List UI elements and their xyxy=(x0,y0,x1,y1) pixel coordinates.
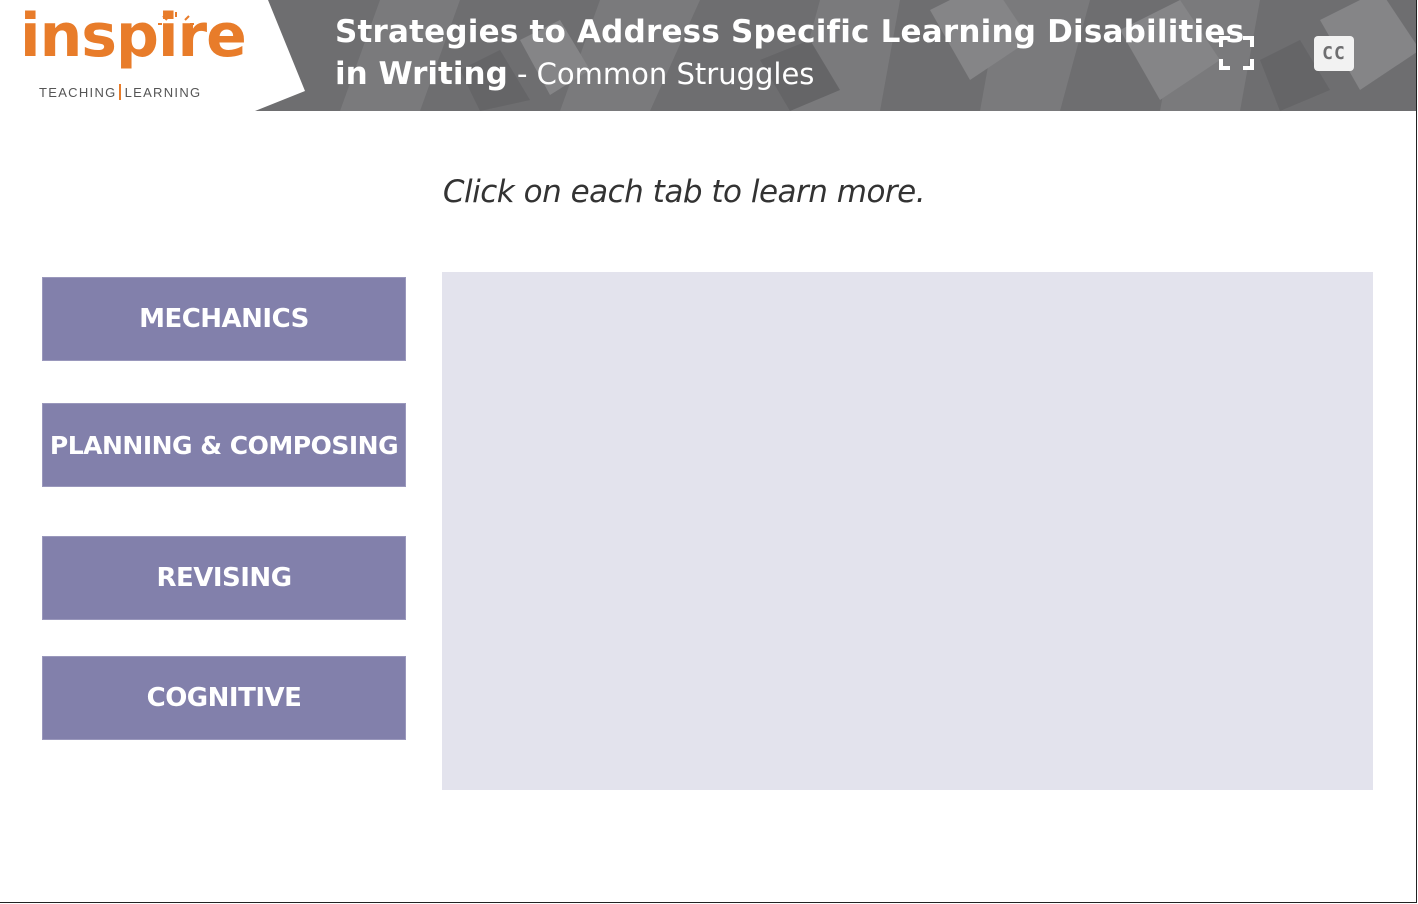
fullscreen-button[interactable] xyxy=(1219,36,1254,70)
logo-wordmark: inspire xyxy=(20,1,247,71)
tab-mechanics[interactable]: MECHANICS xyxy=(42,277,406,361)
logo-tagline: TEACHING LEARNING xyxy=(39,84,201,100)
logo-divider xyxy=(118,84,121,100)
instruction-text: Click on each tab to learn more. xyxy=(442,174,926,210)
cc-icon: CC xyxy=(1322,43,1346,64)
logo: inspire TEACHING LEARNING xyxy=(0,0,305,111)
tab-revising[interactable]: REVISING xyxy=(42,536,406,620)
fullscreen-icon xyxy=(1219,36,1254,70)
closed-captions-button[interactable]: CC xyxy=(1314,36,1354,71)
header-bar: inspire TEACHING LEARNING Strategies to A… xyxy=(0,0,1416,111)
tab-content-panel xyxy=(442,272,1373,790)
logo-tagline-right: LEARNING xyxy=(124,85,202,100)
tab-planning-composing[interactable]: PLANNING & COMPOSING xyxy=(42,403,406,487)
page-title: Strategies to Address Specific Learning … xyxy=(335,14,1245,50)
section-name: - Common Struggles xyxy=(507,57,815,91)
logo-tagline-left: TEACHING xyxy=(39,85,117,100)
page-title-continued: in Writing xyxy=(335,56,508,92)
tab-cognitive[interactable]: COGNITIVE xyxy=(42,656,406,740)
page-subtitle: in Writing - Common Struggles xyxy=(335,56,814,92)
